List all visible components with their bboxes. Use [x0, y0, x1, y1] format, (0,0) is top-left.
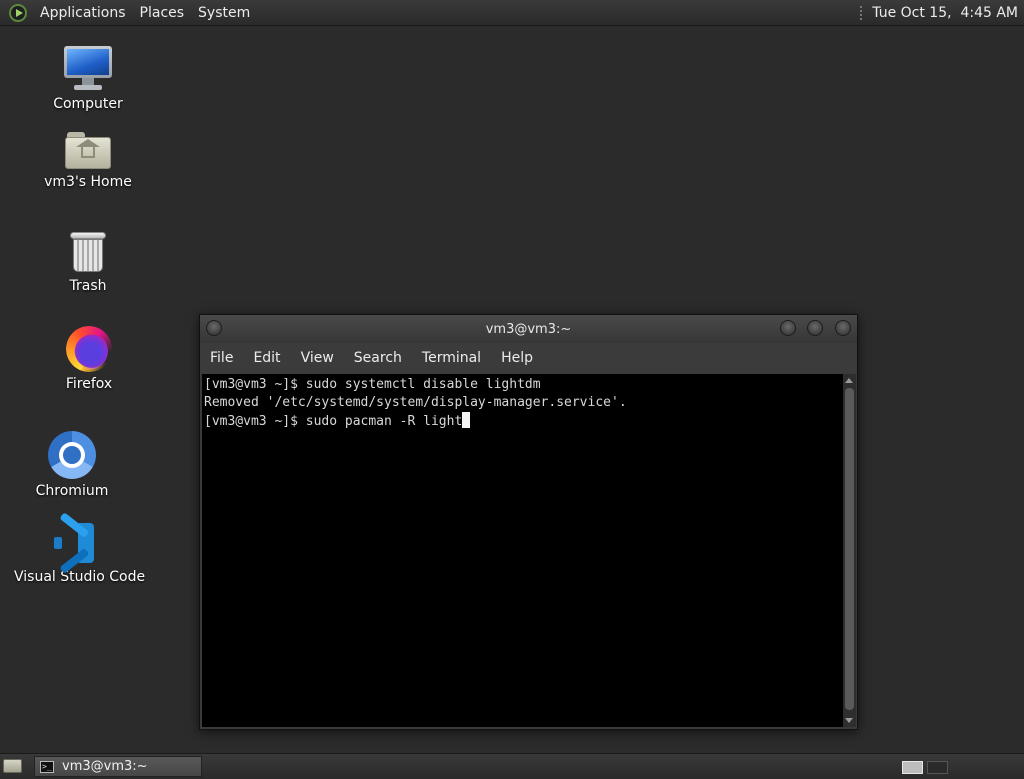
panel-separator	[860, 5, 863, 20]
menu-view[interactable]: View	[291, 350, 344, 366]
desktop-icon-chromium[interactable]: Chromium	[12, 431, 132, 499]
desktop-icon-vscode[interactable]: Visual Studio Code	[14, 512, 146, 585]
menu-search[interactable]: Search	[344, 350, 412, 366]
scroll-up-arrow-icon[interactable]	[845, 378, 853, 383]
window-titlebar[interactable]: vm3@vm3:~	[200, 315, 857, 343]
menu-edit[interactable]: Edit	[243, 350, 290, 366]
clock[interactable]: Tue Oct 15, 4:45 AM	[872, 5, 1018, 21]
desktop-icon-trash[interactable]: Trash	[28, 230, 148, 294]
terminal-icon: >_	[40, 760, 54, 773]
vscode-icon	[52, 512, 96, 574]
text-cursor	[462, 412, 471, 428]
maximize-button[interactable]	[807, 320, 823, 336]
scrollbar-thumb[interactable]	[845, 388, 854, 710]
terminal-window: vm3@vm3:~ File Edit View Search Terminal…	[199, 314, 858, 730]
workspace-switcher-1[interactable]	[902, 761, 923, 774]
panel-right-area: Tue Oct 15, 4:45 AM	[860, 5, 1024, 21]
desktop-icon-label: vm3's Home	[44, 174, 132, 190]
scroll-down-arrow-icon[interactable]	[845, 718, 853, 723]
applications-menu[interactable]: Applications	[33, 5, 133, 21]
menu-terminal[interactable]: Terminal	[412, 350, 491, 366]
desktop-icon-label: Chromium	[35, 483, 109, 499]
home-folder-icon	[65, 130, 111, 170]
menu-file[interactable]: File	[200, 350, 243, 366]
desktop-icon-label: Visual Studio Code	[14, 569, 146, 585]
terminal-prompt-line: [vm3@vm3 ~]$ sudo pacman -R light	[204, 412, 843, 431]
bottom-panel: >_ vm3@vm3:~	[0, 753, 1024, 779]
desktop-icon-firefox[interactable]: Firefox	[29, 326, 149, 392]
window-menu-button[interactable]	[206, 320, 222, 336]
desktop-icon-label: Computer	[53, 96, 123, 112]
menu-help[interactable]: Help	[491, 350, 543, 366]
top-panel: Applications Places System Tue Oct 15, 4…	[0, 0, 1024, 26]
desktop-icon-home[interactable]: vm3's Home	[28, 130, 148, 190]
terminal-menubar: File Edit View Search Terminal Help	[200, 343, 857, 373]
terminal-line: [vm3@vm3 ~]$ sudo pacman -R light	[204, 414, 463, 429]
places-menu[interactable]: Places	[133, 5, 192, 21]
desktop-icon-computer[interactable]: Computer	[28, 46, 148, 112]
terminal-scrollbar[interactable]	[843, 374, 856, 727]
terminal-output[interactable]: [vm3@vm3 ~]$ sudo systemctl disable ligh…	[202, 374, 843, 727]
minimize-button[interactable]	[780, 320, 796, 336]
show-desktop-icon[interactable]	[3, 759, 22, 773]
firefox-icon	[66, 326, 112, 372]
chromium-icon	[48, 431, 96, 479]
computer-icon	[64, 46, 112, 92]
system-menu[interactable]: System	[191, 5, 257, 21]
close-button[interactable]	[835, 320, 851, 336]
trash-icon	[69, 230, 107, 274]
desktop-icon-label: Trash	[69, 278, 107, 294]
desktop-icon-label: Firefox	[65, 376, 113, 392]
distro-logo-icon[interactable]	[9, 3, 27, 22]
terminal-line: Removed '/etc/systemd/system/display-man…	[204, 395, 627, 410]
taskbar-button-label: vm3@vm3:~	[62, 759, 148, 774]
workspace-switcher-2[interactable]	[927, 761, 948, 774]
terminal-line: [vm3@vm3 ~]$ sudo systemctl disable ligh…	[204, 377, 541, 392]
window-title: vm3@vm3:~	[485, 321, 572, 337]
taskbar-button-terminal[interactable]: >_ vm3@vm3:~	[34, 756, 202, 777]
